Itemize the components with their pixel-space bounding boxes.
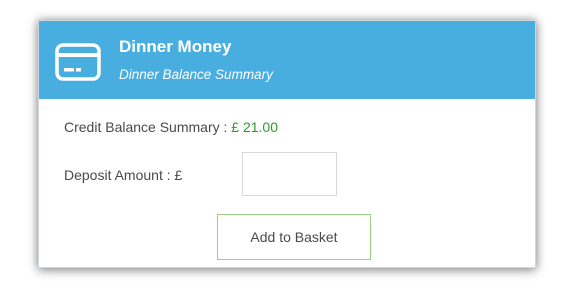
deposit-amount-label: Deposit Amount : £ — [64, 167, 183, 183]
panel-header: Dinner Money Dinner Balance Summary — [39, 21, 535, 99]
add-to-basket-button[interactable]: Add to Basket — [217, 214, 371, 260]
panel-title: Dinner Money — [119, 37, 232, 56]
dinner-money-panel: Dinner Money Dinner Balance Summary Cred… — [38, 20, 536, 268]
credit-balance-label: Credit Balance Summary : — [64, 119, 232, 135]
credit-balance-row: Credit Balance Summary : £ 21.00 — [64, 119, 278, 135]
page: Dinner Money Dinner Balance Summary Cred… — [0, 0, 572, 282]
panel-subtitle: Dinner Balance Summary — [119, 67, 273, 82]
credit-balance-value: £ 21.00 — [231, 119, 279, 135]
credit-card-icon — [55, 43, 101, 81]
deposit-amount-input[interactable] — [242, 152, 337, 196]
